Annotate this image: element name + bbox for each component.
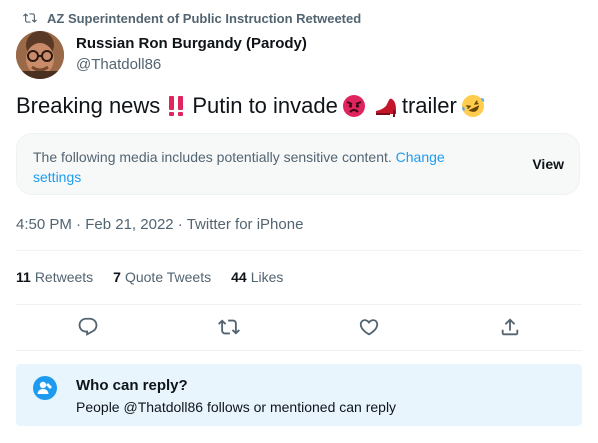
tweet-meta: 4:50 PM · Feb 21, 2022 · Twitter for iPh… [16, 215, 303, 235]
retweet-header[interactable]: AZ Superintendent of Public Instruction … [23, 9, 361, 27]
high-heel-emoji [374, 94, 398, 118]
tweet-stats: 11 Retweets 7 Quote Tweets 44 Likes [16, 269, 303, 285]
divider [16, 304, 582, 305]
retweets-label: Retweets [34, 269, 94, 285]
tweet-text-part2: Putin to invade [192, 93, 338, 118]
tweet-time[interactable]: 4:50 PM [16, 216, 72, 233]
divider [16, 250, 582, 251]
retweet-header-text: AZ Superintendent of Public Instruction … [47, 10, 362, 26]
reply-restriction-title: Who can reply? [76, 377, 188, 394]
like-icon[interactable] [358, 316, 380, 338]
meta-separator: · [173, 216, 187, 233]
angry-face-emoji [342, 94, 366, 118]
meta-separator: · [71, 216, 86, 233]
divider [16, 350, 582, 351]
tweet-text-part1: Breaking news [16, 93, 161, 118]
retweets-count: 11 [16, 269, 31, 285]
view-button[interactable]: View [532, 156, 564, 172]
reply-icon[interactable] [77, 316, 99, 338]
sensitive-content-warning: The following media includes potentially… [16, 133, 580, 195]
retweets-stat[interactable]: 11 Retweets [16, 269, 93, 285]
tweet-actions [0, 310, 598, 344]
reply-restriction-notice: Who can reply? People @Thatdoll86 follow… [16, 364, 582, 426]
rolling-laughing-emoji [461, 94, 485, 118]
avatar-image [16, 31, 64, 79]
reply-restriction-description: People @Thatdoll86 follows or mentioned … [76, 399, 397, 415]
tweet-source[interactable]: Twitter for iPhone [187, 216, 304, 233]
sensitive-warning-text: The following media includes potentially… [33, 147, 493, 187]
tweet-date[interactable]: Feb 21, 2022 [85, 216, 173, 233]
retweet-icon[interactable] [218, 316, 240, 338]
quote-tweets-label: Quote Tweets [124, 269, 212, 285]
mention-person-icon [33, 376, 57, 400]
share-icon[interactable] [499, 316, 521, 338]
tweet-text: Breaking news Putin to invade trailer [16, 92, 489, 120]
author-handle[interactable]: @Thatdoll86 [76, 55, 307, 75]
likes-label: Likes [250, 269, 284, 285]
author-name[interactable]: Russian Ron Burgandy (Parody) [76, 35, 307, 53]
retweet-icon [23, 13, 37, 23]
likes-stat[interactable]: 44 Likes [231, 269, 283, 285]
quote-tweets-stat[interactable]: 7 Quote Tweets [113, 269, 211, 285]
likes-count: 44 [231, 269, 247, 285]
quote-tweets-count: 7 [113, 269, 121, 285]
author-block[interactable]: Russian Ron Burgandy (Parody) @Thatdoll8… [76, 35, 307, 75]
tweet-text-part3: trailer [401, 93, 457, 118]
sensitive-warning-message: The following media includes potentially… [33, 149, 392, 165]
double-exclamation-emoji [164, 94, 188, 118]
avatar[interactable] [16, 31, 64, 79]
